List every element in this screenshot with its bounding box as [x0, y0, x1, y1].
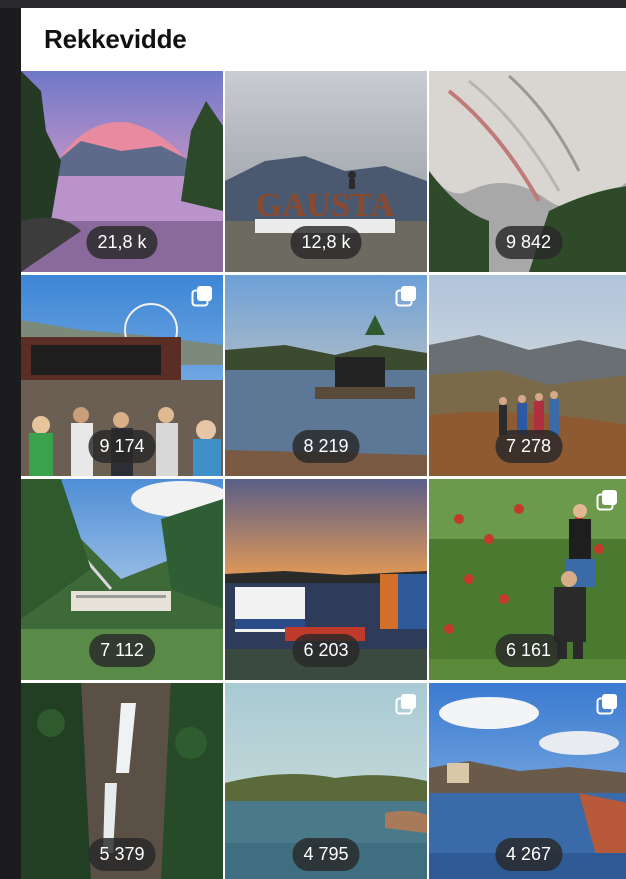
post-tile[interactable]: 21,8 k — [21, 71, 223, 272]
post-tile[interactable]: 4 267 — [429, 683, 626, 879]
reach-count: 4 795 — [292, 838, 360, 871]
reach-count: 12,8 k — [290, 226, 362, 259]
reach-panel: Rekkevidde 21,8 k GAUSTA 12,8 k 9 842 9 … — [21, 8, 626, 879]
reach-count: 8 219 — [292, 430, 360, 463]
post-tile[interactable]: 8 219 — [225, 275, 427, 476]
post-tile[interactable]: GAUSTA 12,8 k — [225, 71, 427, 272]
top-bezel — [0, 0, 626, 8]
reach-count: 6 161 — [494, 634, 563, 667]
reach-count: 21,8 k — [86, 226, 158, 259]
left-bezel — [0, 8, 21, 879]
reach-count: 9 174 — [88, 430, 156, 463]
post-tile[interactable]: 6 203 — [225, 479, 427, 680]
reach-count: 4 267 — [494, 838, 563, 871]
multiple-images-icon — [191, 286, 212, 307]
multiple-images-icon — [596, 694, 617, 715]
multiple-images-icon — [395, 694, 416, 715]
post-tile[interactable]: 9 842 — [429, 71, 626, 272]
reach-count: 7 112 — [89, 634, 155, 667]
gausta-sign: GAUSTA — [255, 187, 395, 224]
header: Rekkevidde — [21, 8, 626, 71]
reach-count: 5 379 — [88, 838, 156, 871]
post-tile[interactable]: 9 174 — [21, 275, 223, 476]
post-tile[interactable]: 5 379 — [21, 683, 223, 879]
post-tile[interactable]: 4 795 — [225, 683, 427, 879]
page-title: Rekkevidde — [44, 24, 187, 54]
post-tile[interactable]: 6 161 — [429, 479, 626, 680]
reach-count: 6 203 — [292, 634, 360, 667]
multiple-images-icon — [395, 286, 416, 307]
post-grid: 21,8 k GAUSTA 12,8 k 9 842 9 174 8 219 7… — [21, 71, 626, 879]
multiple-images-icon — [596, 490, 617, 511]
reach-count: 9 842 — [494, 226, 563, 259]
post-tile[interactable]: 7 278 — [429, 275, 626, 476]
post-tile[interactable]: 7 112 — [21, 479, 223, 680]
reach-count: 7 278 — [494, 430, 563, 463]
